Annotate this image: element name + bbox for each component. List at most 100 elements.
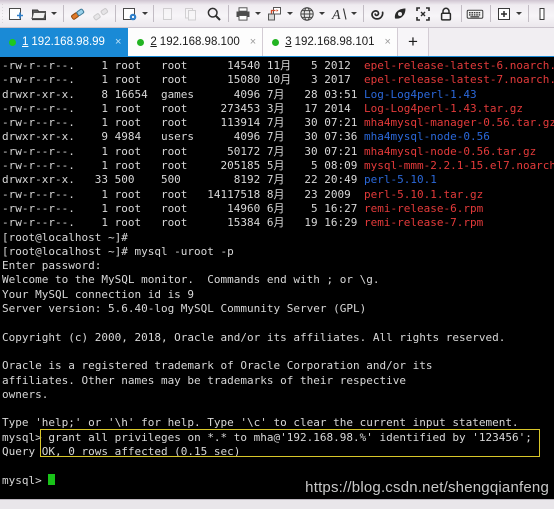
globe-button[interactable]	[296, 2, 328, 26]
terminal-line: Oracle is a registered trademark of Orac…	[2, 359, 433, 373]
status-bar	[0, 499, 554, 509]
print-icon[interactable]	[233, 3, 254, 25]
find-button[interactable]	[202, 2, 225, 26]
open-folder-icon[interactable]	[29, 3, 50, 25]
terminal-listing-row: -rw-r--r--. 1 root root 14960 6月 5 16:27…	[2, 201, 484, 215]
tab-close-icon[interactable]: ×	[115, 36, 121, 48]
tab-bar-empty-area	[428, 28, 554, 56]
keyboard-icon[interactable]	[465, 3, 486, 25]
fullscreen-icon[interactable]	[413, 3, 434, 25]
terminal-listing-row: -rw-r--r--. 1 root root 113914 7月 30 07:…	[2, 116, 554, 130]
terminal-listing-row: -rw-r--r--. 1 root root 50172 7月 30 07:2…	[2, 144, 537, 158]
more-icon[interactable]	[532, 3, 553, 25]
terminal-output-area[interactable]: -rw-r--r--. 1 root root 14540 11月 5 2012…	[0, 57, 554, 499]
session-tab-bar: 1 192.168.98.99 × 2 192.168.98.100 × 3 1…	[0, 28, 554, 57]
keyboard-button[interactable]	[464, 2, 487, 26]
tab-label: 192.168.98.101	[294, 36, 375, 48]
terminal-line: Type 'help;' or '\h' for help. Type '\c'…	[2, 416, 519, 430]
terminal-line: Enter password:	[2, 259, 102, 273]
log-session-button[interactable]	[366, 2, 389, 26]
lock-button[interactable]	[435, 2, 458, 26]
watermark-text: https://blog.csdn.net/shengqianfeng	[305, 478, 549, 496]
new-session-icon[interactable]	[6, 3, 27, 25]
lock-icon[interactable]	[436, 3, 457, 25]
leaf-button[interactable]	[389, 2, 412, 26]
tab-close-icon[interactable]: ×	[250, 36, 256, 48]
tab-close-icon[interactable]: ×	[385, 36, 391, 48]
terminal-line: Your MySQL connection id is 9	[2, 287, 195, 301]
terminal-listing-row: -rw-r--r--. 1 root root 273453 3月 17 201…	[2, 101, 523, 115]
overflow-button[interactable]	[531, 2, 554, 26]
new-tab-button[interactable]: +	[397, 28, 429, 56]
new-session-button[interactable]	[5, 2, 28, 26]
terminal-line: owners.	[2, 387, 49, 401]
terminal-text: -rw-r--r--. 1 root root 14540 11月 5 2012…	[2, 59, 554, 488]
terminal-line: [root@localhost ~]# mysql -uroot -p	[2, 244, 234, 258]
tab-192-168-98-101[interactable]: 3 192.168.98.101 ×	[263, 28, 398, 56]
session-options-icon[interactable]	[119, 3, 140, 25]
connect-button[interactable]	[66, 2, 89, 26]
tab-label: 192.168.98.99	[31, 36, 105, 48]
session-options-button[interactable]	[118, 2, 150, 26]
transfer-icon[interactable]	[265, 3, 286, 25]
copy-button	[179, 2, 202, 26]
open-folder-dropdown-caret[interactable]	[50, 3, 59, 25]
print-button[interactable]	[232, 2, 264, 26]
terminal-listing-row: -rw-r--r--. 1 root root 205185 5月 5 08:0…	[2, 159, 554, 173]
terminal-result-line: Query OK, 0 rows affected (0.15 sec)	[2, 445, 241, 459]
add-tab-button[interactable]	[493, 2, 525, 26]
transfer-button[interactable]	[264, 2, 296, 26]
fullscreen-button[interactable]	[412, 2, 435, 26]
session-options-dropdown-caret[interactable]	[140, 3, 149, 25]
terminal-line: Copyright (c) 2000, 2018, Oracle and/or …	[2, 330, 506, 344]
connect-icon[interactable]	[67, 3, 88, 25]
terminal-listing-row: drwxr-xr-x. 9 4984 users 4096 7月 30 07:3…	[2, 130, 490, 144]
leaf-icon[interactable]	[390, 3, 411, 25]
open-folder-button[interactable]	[28, 2, 60, 26]
terminal-line: Server version: 5.6.40-log MySQL Communi…	[2, 302, 367, 316]
transfer-dropdown-caret[interactable]	[286, 3, 295, 25]
add-tab-icon[interactable]	[494, 3, 515, 25]
font-icon[interactable]: A	[329, 3, 350, 25]
tab-192-168-98-100[interactable]: 2 192.168.98.100 ×	[128, 28, 264, 56]
highlighted-command-line: mysql> grant all privileges on *.* to mh…	[2, 430, 532, 444]
tab-label: 192.168.98.100	[159, 36, 240, 48]
disconnect-button	[89, 2, 112, 26]
tab-status-indicator-icon	[272, 38, 280, 46]
print-dropdown-caret[interactable]	[254, 3, 263, 25]
globe-dropdown-caret[interactable]	[318, 3, 327, 25]
log-session-icon[interactable]	[367, 3, 388, 25]
font-button[interactable]: A	[328, 2, 360, 26]
copy-icon	[180, 3, 201, 25]
tab-status-indicator-icon	[9, 38, 16, 46]
terminal-listing-row: -rw-r--r--. 1 root root 15080 10月 3 2017…	[2, 73, 554, 87]
font-dropdown-caret[interactable]	[350, 3, 359, 25]
tab-192-168-98-99[interactable]: 1 192.168.98.99 ×	[0, 28, 129, 56]
terminal-line: affiliates. Other names may be trademark…	[2, 373, 406, 387]
terminal-app-window: A 1 192.168.98.99 × 2 192.168.98.100 × 3…	[0, 0, 554, 509]
toolbar-drag-handle[interactable]	[2, 3, 3, 24]
tab-status-indicator-icon	[137, 38, 145, 46]
terminal-listing-row: -rw-r--r--. 1 root root 14117518 8月 23 2…	[2, 187, 484, 201]
add-tab-dropdown-caret[interactable]	[515, 3, 524, 25]
terminal-listing-row: -rw-r--r--. 1 root root 15384 6月 19 16:2…	[2, 216, 484, 230]
cut-button	[156, 2, 179, 26]
tab-index: 3	[285, 36, 292, 48]
cut-icon	[157, 3, 178, 25]
terminal-listing-row: drwxr-xr-x. 33 500 500 8192 7月 22 20:49 …	[2, 173, 437, 187]
globe-icon[interactable]	[297, 3, 318, 25]
tab-index: 1	[22, 36, 29, 48]
svg-text:A: A	[331, 8, 341, 22]
find-icon[interactable]	[203, 3, 224, 25]
terminal-line: [root@localhost ~]#	[2, 230, 128, 244]
disconnect-icon	[90, 3, 111, 25]
terminal-listing-row: -rw-r--r--. 1 root root 14540 11月 5 2012…	[2, 59, 554, 72]
tab-index: 2	[150, 36, 157, 48]
terminal-cursor	[48, 473, 56, 485]
terminal-listing-row: drwxr-xr-x. 8 16654 games 4096 7月 28 03:…	[2, 87, 477, 101]
terminal-line: Welcome to the MySQL monitor. Commands e…	[2, 273, 380, 287]
